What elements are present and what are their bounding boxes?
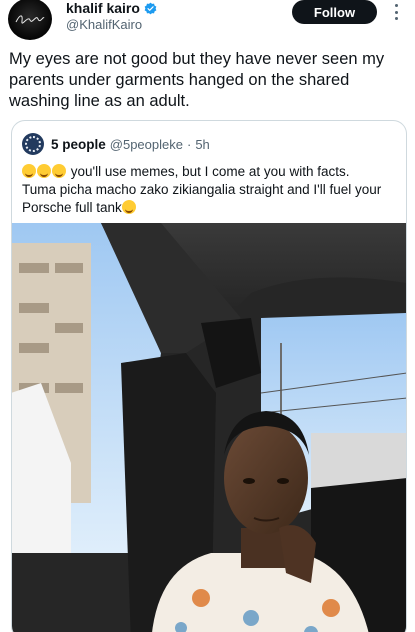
quoted-text-line1: you'll use memes, but I come at you with… bbox=[70, 164, 350, 179]
verified-badge-icon bbox=[144, 2, 157, 14]
separator-dot: · bbox=[186, 136, 192, 152]
quoted-header: 5 people @5peopleke · 5h bbox=[22, 133, 210, 155]
quoted-text-line2: Tuma picha macho zako zikiangalia straig… bbox=[22, 182, 382, 215]
laughing-emoji-icon bbox=[37, 164, 51, 178]
laughing-emoji-icon bbox=[52, 164, 66, 178]
signature-icon bbox=[15, 15, 45, 24]
quoted-text: you'll use memes, but I come at you with… bbox=[22, 163, 400, 217]
quoted-handle[interactable]: @5peopleke bbox=[110, 137, 183, 152]
author-handle[interactable]: @KhalifKairo bbox=[66, 17, 142, 32]
author-avatar[interactable] bbox=[8, 0, 52, 40]
car-selfie-image bbox=[12, 223, 406, 632]
crying-emoji-icon bbox=[121, 200, 136, 214]
follow-button[interactable]: Follow bbox=[292, 0, 377, 24]
quoted-timestamp[interactable]: 5h bbox=[195, 137, 209, 152]
laughing-emoji-icon bbox=[22, 164, 36, 178]
quoted-tweet[interactable]: 5 people @5peopleke · 5h you'll use meme… bbox=[11, 120, 407, 632]
tweet-text: My eyes are not good but they have never… bbox=[9, 50, 385, 110]
author-display-name[interactable]: khalif kairo bbox=[66, 0, 140, 16]
quoted-video-media[interactable] bbox=[12, 223, 406, 632]
more-vertical-icon[interactable] bbox=[394, 4, 398, 20]
quoted-display-name[interactable]: 5 people bbox=[51, 137, 106, 152]
quoted-author-avatar[interactable] bbox=[22, 133, 44, 155]
author-name-row[interactable]: khalif kairo bbox=[66, 0, 157, 16]
tweet-header: khalif kairo @KhalifKairo Follow bbox=[0, 0, 415, 40]
